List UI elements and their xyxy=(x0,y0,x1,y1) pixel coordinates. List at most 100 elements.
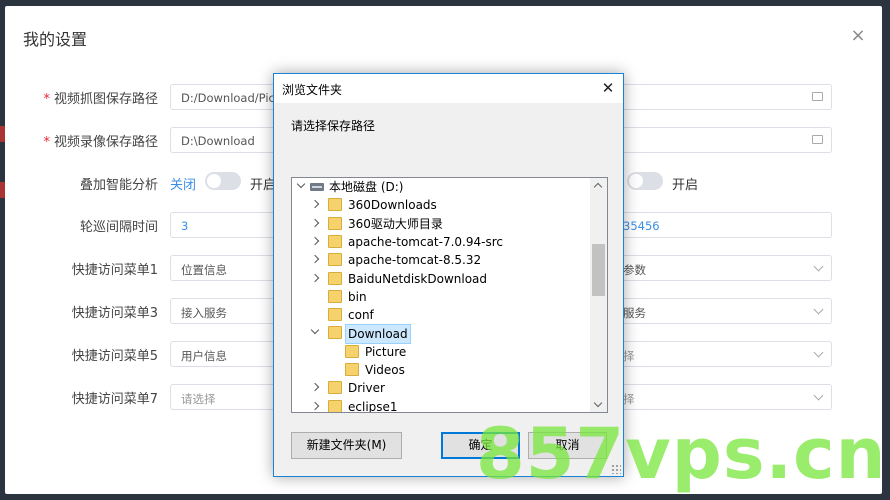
folder-tree[interactable]: 本地磁盘 (D:) 360Downloads 360驱动大师目录 apache-tom… xyxy=(291,177,608,413)
menu-5-select[interactable]: 用户信息 xyxy=(170,341,280,367)
menu-6-select[interactable]: 择 xyxy=(619,341,832,367)
label-text: 视频录像保存路径 xyxy=(53,135,158,150)
right-switch-on-text: 开启 xyxy=(672,178,699,193)
label-text: 视频抓图保存路径 xyxy=(53,92,158,107)
tree-item[interactable]: 本地磁盘 (D:) xyxy=(296,178,587,196)
chevron-down-icon[interactable] xyxy=(310,326,320,335)
label: * 视频抓图保存路径 xyxy=(43,88,158,107)
new-folder-button[interactable]: 新建文件夹(M) xyxy=(291,432,402,459)
chevron-right-icon[interactable] xyxy=(310,273,320,282)
folder-icon xyxy=(345,344,359,358)
tree-item[interactable]: Download xyxy=(296,324,570,345)
chevron-right-icon[interactable] xyxy=(310,383,320,392)
label: 叠加智能分析 xyxy=(79,178,158,193)
tree-item-label: apache-tomcat-7.0.94-src xyxy=(348,234,503,249)
tree-item[interactable]: bin xyxy=(296,288,570,306)
folder-icon xyxy=(328,234,342,248)
right-value-input[interactable]: 35456 xyxy=(619,212,832,238)
folder-icon xyxy=(328,308,342,322)
tree-item[interactable]: 360驱动大师目录 xyxy=(296,215,570,233)
patrol-interval-input[interactable]: 3 xyxy=(170,212,280,238)
tree-item-label: eclipse1 xyxy=(348,399,398,413)
chevron-down-icon[interactable] xyxy=(813,347,824,358)
tree-item-label: Driver xyxy=(348,381,385,396)
chevron-down-icon[interactable] xyxy=(813,261,824,272)
settings-close-icon[interactable]: × xyxy=(850,27,866,45)
tree-item[interactable]: eclipse1 xyxy=(296,398,570,413)
tree-item[interactable]: Driver xyxy=(296,379,570,397)
tree-item-label: 360驱动大师目录 xyxy=(348,216,443,231)
scroll-down-icon[interactable] xyxy=(593,398,603,408)
label: 快捷访问菜单1 xyxy=(71,263,158,278)
tree-item[interactable]: 360Downloads xyxy=(296,196,570,214)
folder-icon xyxy=(328,271,342,285)
folder-icon xyxy=(328,253,342,267)
menu-4-select[interactable]: 服务 xyxy=(619,298,832,324)
tree-item[interactable]: BaiduNetdiskDownload xyxy=(296,270,570,288)
right-toggle[interactable] xyxy=(627,172,663,190)
smart-analysis-toggle[interactable] xyxy=(205,172,241,190)
chevron-right-icon[interactable] xyxy=(310,200,320,209)
tree-item-label: Download xyxy=(345,324,411,345)
tree-item-label: apache-tomcat-8.5.32 xyxy=(348,253,482,268)
chevron-down-icon[interactable] xyxy=(813,304,824,315)
dialog-title: 浏览文件夹 xyxy=(282,83,343,97)
menu-2-select[interactable]: 参数 xyxy=(619,255,832,281)
tree-item-label: conf xyxy=(348,308,374,323)
tree-scrollbar[interactable] xyxy=(590,178,607,412)
tree-item[interactable]: apache-tomcat-7.0.94-src xyxy=(296,233,570,251)
chevron-right-icon[interactable] xyxy=(310,254,320,264)
scroll-up-icon[interactable] xyxy=(593,182,603,192)
chevron-down-icon[interactable] xyxy=(296,179,306,189)
folder-icon xyxy=(328,216,342,230)
tree-item-label: BaiduNetdiskDownload xyxy=(348,271,488,286)
folder-icon xyxy=(328,399,342,412)
snapshot-path-input[interactable]: D:/Download/Pictur xyxy=(170,84,280,110)
chevron-right-icon[interactable] xyxy=(310,236,320,246)
record-path-browse[interactable] xyxy=(619,127,832,153)
label: 快捷访问菜单3 xyxy=(71,306,158,321)
folder-icon xyxy=(328,326,342,340)
label: 快捷访问菜单7 xyxy=(71,392,158,407)
tree-item[interactable]: apache-tomcat-8.5.32 xyxy=(296,251,570,269)
chevron-down-icon[interactable] xyxy=(813,390,824,401)
select-value: 择 xyxy=(623,349,635,363)
dialog-close-icon[interactable]: ✕ xyxy=(593,74,623,103)
folder-icon[interactable] xyxy=(812,92,823,101)
watermark: 857vps.cn xyxy=(476,413,887,495)
record-path-input[interactable]: D:\Download xyxy=(170,127,280,153)
menu-3-select[interactable]: 接入服务 xyxy=(170,298,280,324)
tree-item[interactable]: Videos xyxy=(313,361,570,379)
settings-title: 我的设置 xyxy=(23,30,88,49)
tree-item[interactable]: conf xyxy=(296,306,570,324)
tree-item-label: bin xyxy=(348,289,367,304)
tree-item[interactable]: Picture xyxy=(313,343,570,361)
tree-item-label: Videos xyxy=(365,363,405,377)
label: * 视频录像保存路径 xyxy=(43,131,158,150)
chevron-right-icon[interactable] xyxy=(310,218,320,227)
folder-icon xyxy=(328,198,342,212)
snapshot-path-browse[interactable] xyxy=(619,84,832,110)
dialog-prompt: 请选择保存路径 xyxy=(291,119,376,133)
folder-icon xyxy=(328,381,342,395)
label: 快捷访问菜单5 xyxy=(71,349,158,364)
switch-off-text: 关闭 xyxy=(170,178,197,193)
scrollbar-thumb[interactable] xyxy=(592,244,605,296)
menu-1-select[interactable]: 位置信息 xyxy=(170,255,280,281)
drive-icon xyxy=(310,183,324,191)
menu-8-select[interactable]: 择 xyxy=(619,384,832,410)
required-mark: * xyxy=(43,135,50,150)
select-value: 服务 xyxy=(623,306,646,320)
menu-7-select[interactable]: 请选择 xyxy=(170,384,280,410)
folder-icon[interactable] xyxy=(812,135,823,144)
label: 轮巡间隔时间 xyxy=(79,220,158,235)
select-value: 参数 xyxy=(623,263,646,277)
folder-icon xyxy=(328,289,342,303)
required-mark: * xyxy=(43,92,50,107)
tree-item-label: 本地磁盘 (D:) xyxy=(329,180,404,194)
dialog-titlebar[interactable]: 浏览文件夹 ✕ xyxy=(274,74,623,103)
tree-item-label: 360Downloads xyxy=(348,198,437,213)
select-value: 择 xyxy=(623,392,635,406)
chevron-right-icon[interactable] xyxy=(310,401,320,410)
folder-icon xyxy=(345,363,359,376)
